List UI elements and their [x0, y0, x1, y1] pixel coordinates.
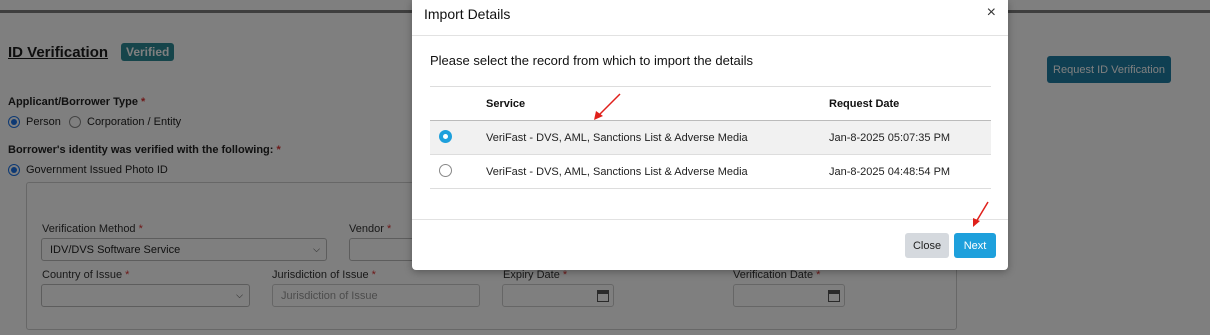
row-radio-button[interactable]	[439, 129, 452, 143]
service-cell: VeriFast - DVS, AML, Sanctions List & Ad…	[486, 120, 829, 155]
service-column-header: Service	[486, 86, 829, 121]
service-cell: VeriFast - DVS, AML, Sanctions List & Ad…	[486, 154, 829, 189]
close-button[interactable]: Close	[905, 233, 949, 258]
modal-title: Import Details	[424, 6, 511, 22]
annotation-arrow-icon	[594, 93, 621, 120]
import-details-modal: Import Details × Please select the recor…	[412, 0, 1008, 270]
request-date-cell: Jan-8-2025 05:07:35 PM	[829, 120, 991, 155]
annotation-arrow-icon	[973, 201, 989, 227]
row-radio-button[interactable]	[439, 163, 452, 177]
table-row[interactable]: VeriFast - DVS, AML, Sanctions List & Ad…	[430, 154, 991, 189]
close-icon[interactable]: ×	[987, 4, 996, 22]
row-select-cell	[430, 120, 486, 155]
request-date-column-header: Request Date	[829, 86, 991, 121]
row-select-cell	[430, 154, 486, 189]
modal-header: Import Details ×	[412, 0, 1008, 36]
modal-footer: Close Next	[412, 219, 1008, 270]
modal-subtitle: Please select the record from which to i…	[430, 53, 753, 68]
table-header-row: Service Request Date	[430, 86, 991, 121]
request-date-cell: Jan-8-2025 04:48:54 PM	[829, 154, 991, 189]
select-column-header	[430, 86, 486, 121]
table-row[interactable]: VeriFast - DVS, AML, Sanctions List & Ad…	[430, 120, 991, 155]
next-button[interactable]: Next	[954, 233, 996, 258]
records-table: Service Request Date VeriFast - DVS, AML…	[430, 86, 991, 189]
